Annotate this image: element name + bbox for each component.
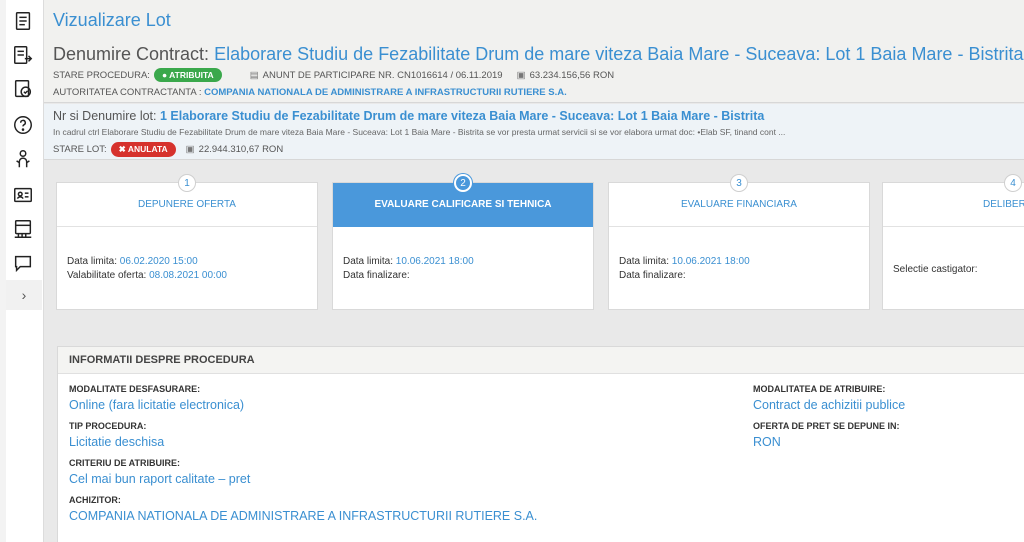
notice-item[interactable]: ▤ ANUNT DE PARTICIPARE NR. CN1016614 / 06… bbox=[250, 70, 503, 81]
step-label: Data limita: bbox=[67, 256, 118, 267]
authority-row: AUTORITATEA CONTRACTANTA : COMPANIA NATI… bbox=[53, 87, 567, 98]
lot-description: In cadrul ctrl Elaborare Studiu de Fezab… bbox=[53, 127, 786, 137]
field-value: Contract de achizitii publice bbox=[753, 398, 906, 412]
money-icon: ▣ bbox=[185, 144, 195, 155]
step-value: 08.08.2021 00:00 bbox=[149, 270, 227, 281]
contract-label: Denumire Contract: bbox=[53, 44, 210, 64]
step-value: 10.06.2021 18:00 bbox=[395, 256, 474, 267]
step-evaluare-financiara[interactable]: 3 EVALUARE FINANCIARA Data limita: 10.06… bbox=[608, 174, 870, 310]
procedure-status-badge: ● ATRIBUITA bbox=[153, 68, 222, 82]
lot-title-row: Nr si Denumire lot: 1 Elaborare Studiu d… bbox=[53, 109, 764, 123]
lot-currency: RON bbox=[262, 144, 284, 155]
step-value: 10.06.2021 18:00 bbox=[671, 256, 750, 267]
step-number: 2 bbox=[454, 174, 472, 192]
lot-header: Nr si Denumire lot: 1 Elaborare Studiu d… bbox=[44, 104, 1024, 160]
lot-value: 22.944.310,67 bbox=[198, 144, 260, 155]
contract-name-row: Denumire Contract: Elaborare Studiu de F… bbox=[53, 44, 1024, 65]
field-label: OFERTA DE PRET SE DEPUNE IN: bbox=[753, 421, 900, 431]
authority-label: AUTORITATEA CONTRACTANTA : bbox=[53, 87, 202, 98]
step-body: Data limita: 06.02.2020 15:00 Valabilita… bbox=[57, 227, 317, 283]
page-title: Vizualizare Lot bbox=[53, 10, 171, 30]
step-body: Data limita: 10.06.2021 18:00 Data final… bbox=[609, 227, 869, 283]
field-label: MODALITATE DESFASURARE: bbox=[69, 384, 201, 394]
file-icon: ▤ bbox=[249, 69, 259, 81]
sidebar-toggle-button[interactable]: › bbox=[6, 280, 42, 310]
field-criteriu: CRITERIU DE ATRIBUIRE: Cel mai bun rapor… bbox=[69, 458, 250, 486]
lot-name-link[interactable]: 1 Elaborare Studiu de Fezabilitate Drum … bbox=[160, 109, 764, 123]
step-label: Data limita: bbox=[343, 256, 394, 267]
step-number: 1 bbox=[178, 174, 196, 192]
field-value: RON bbox=[753, 435, 781, 449]
id-card-icon[interactable] bbox=[10, 182, 36, 208]
lot-label: Nr si Denumire lot: bbox=[53, 109, 157, 123]
lot-status-label: STARE LOT: bbox=[53, 144, 107, 155]
step-body: Data limita: 10.06.2021 18:00 Data final… bbox=[333, 227, 593, 283]
step-number: 3 bbox=[730, 174, 748, 192]
procedure-info-panel: INFORMATII DESPRE PROCEDURA MODALITATE D… bbox=[57, 346, 1024, 542]
field-tip-procedura: TIP PROCEDURA: Licitatie deschisa bbox=[69, 421, 164, 449]
step-label: Data finalizare: bbox=[619, 270, 686, 281]
money-icon: ▣ bbox=[516, 69, 526, 81]
procedure-status-label: STARE PROCEDURA: bbox=[53, 69, 150, 81]
contract-name-link[interactable]: Elaborare Studiu de Fezabilitate Drum de… bbox=[214, 44, 1024, 64]
procedure-currency: RON bbox=[592, 69, 615, 81]
export-list-icon[interactable] bbox=[10, 42, 36, 68]
step-depunere-oferta[interactable]: 1 DEPUNERE OFERTA Data limita: 06.02.202… bbox=[56, 174, 318, 310]
step-label: Data finalizare: bbox=[343, 270, 410, 281]
chat-icon[interactable] bbox=[10, 250, 36, 276]
buyer-link[interactable]: COMPANIA NATIONALA DE ADMINISTRARE A INF… bbox=[69, 509, 537, 523]
shield-check-icon[interactable] bbox=[10, 76, 36, 102]
field-value: Cel mai bun raport calitate – pret bbox=[69, 472, 251, 486]
main-content: Vizualizare Lot Denumire Contract: Elabo… bbox=[44, 0, 1024, 542]
step-value: 06.02.2020 15:00 bbox=[119, 256, 198, 267]
field-modalitatea-atribuire: MODALITATEA DE ATRIBUIRE: Contract de ac… bbox=[753, 384, 905, 412]
field-value: Licitatie deschisa bbox=[69, 435, 165, 449]
app-frame: › Vizualizare Lot Denumire Contract: Ela… bbox=[0, 0, 1024, 542]
authority-link[interactable]: COMPANIA NATIONALA DE ADMINISTRARE A INF… bbox=[204, 87, 567, 98]
lot-status-badge: ✖ ANULATA bbox=[110, 142, 176, 157]
field-label: TIP PROCEDURA: bbox=[69, 421, 147, 431]
step-title: DELIBER bbox=[883, 183, 1024, 227]
building-icon[interactable] bbox=[10, 216, 36, 242]
step-deliberare[interactable]: 4 DELIBER Selectie castigator: bbox=[882, 174, 1024, 310]
notice-text: ANUNT DE PARTICIPARE NR. CN1016614 / 06.… bbox=[262, 69, 503, 81]
field-value: Online (fara licitatie electronica) bbox=[69, 398, 245, 412]
user-hand-icon[interactable] bbox=[10, 146, 36, 172]
field-moneda-oferta: OFERTA DE PRET SE DEPUNE IN: RON bbox=[753, 421, 900, 449]
procedure-meta-row: STARE PROCEDURA: ● ATRIBUITA ▤ ANUNT DE P… bbox=[53, 68, 628, 82]
field-label: MODALITATEA DE ATRIBUIRE: bbox=[753, 384, 886, 394]
sidebar-edge bbox=[0, 0, 6, 542]
step-number: 4 bbox=[1004, 174, 1022, 192]
step-label: Selectie castigator: bbox=[893, 264, 978, 275]
contract-header: Vizualizare Lot Denumire Contract: Elabo… bbox=[44, 0, 1024, 103]
step-evaluare-calificare[interactable]: 2 EVALUARE CALIFICARE SI TEHNICA Data li… bbox=[332, 174, 594, 310]
step-label: Valabilitate oferta: bbox=[67, 270, 147, 281]
help-icon[interactable] bbox=[10, 112, 36, 138]
field-label: ACHIZITOR: bbox=[69, 495, 121, 505]
sidebar: › bbox=[0, 0, 44, 542]
field-label: CRITERIU DE ATRIBUIRE: bbox=[69, 458, 180, 468]
field-modalitate: MODALITATE DESFASURARE: Online (fara lic… bbox=[69, 384, 244, 412]
lot-status-row: STARE LOT: ✖ ANULATA ▣ 22.944.310,67 RON bbox=[53, 142, 283, 157]
field-achizitor: ACHIZITOR: COMPANIA NATIONALA DE ADMINIS… bbox=[69, 495, 537, 523]
procedure-info-title: INFORMATII DESPRE PROCEDURA bbox=[58, 347, 1024, 374]
step-label: Data limita: bbox=[619, 256, 670, 267]
step-body: Selectie castigator: bbox=[883, 227, 1024, 277]
procedure-value-item: ▣ 63.234.156,56 RON bbox=[517, 70, 615, 81]
procedure-value: 63.234.156,56 bbox=[529, 69, 591, 81]
document-icon[interactable] bbox=[10, 8, 36, 34]
